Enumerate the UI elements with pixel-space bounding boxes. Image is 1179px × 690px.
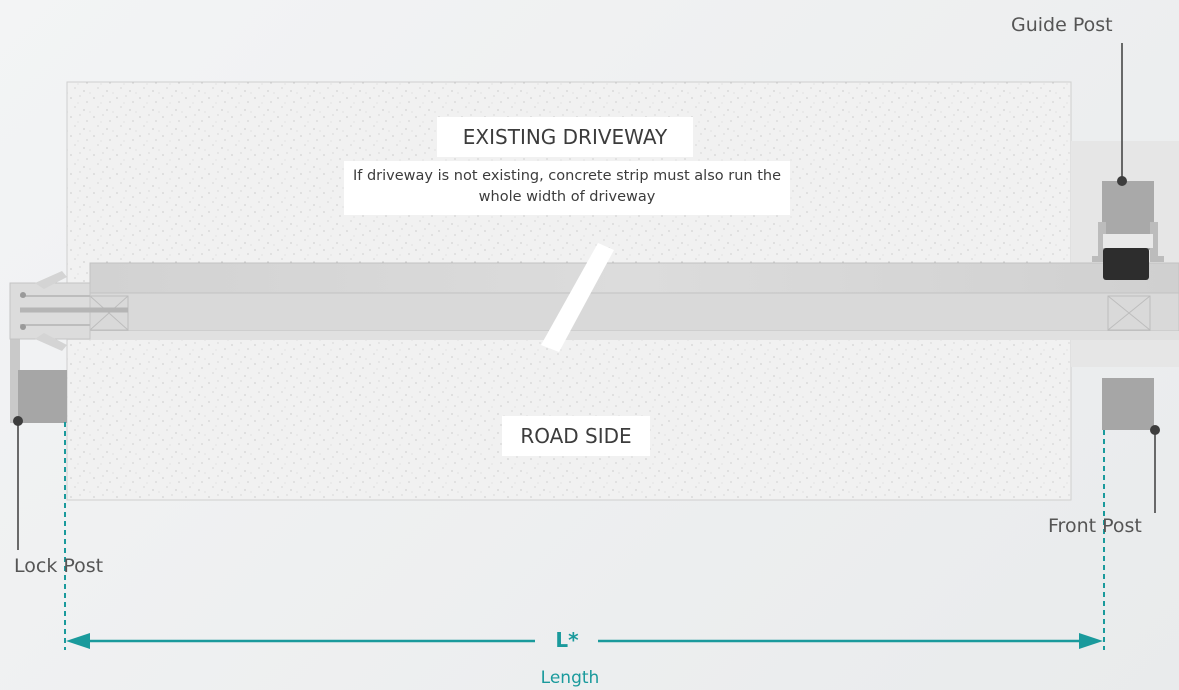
dimension-arrow-left: [66, 633, 90, 649]
front-post-label: Front Post: [1048, 515, 1142, 537]
lock-bolt-bottom: [20, 324, 26, 330]
dimension-arrow-right: [1079, 633, 1103, 649]
leader-front-post: [1150, 425, 1160, 513]
front-post: [1102, 378, 1154, 430]
gate-rail-lower-strip: [68, 331, 1179, 340]
dimension-caption: Length: [540, 668, 600, 688]
lock-post: [18, 370, 67, 423]
dimension-symbol: L*: [555, 628, 579, 652]
gate-rail-top: [89, 262, 1179, 294]
lock-bolt-top: [20, 292, 26, 298]
leader-lock-post: [13, 416, 23, 550]
gate-rail-bottom: [89, 292, 1179, 332]
gate-plan-diagram: [9, 43, 1179, 650]
driveway-note: If driveway is not existing, concrete st…: [344, 161, 790, 215]
road-side-label: ROAD SIDE: [502, 416, 650, 456]
guide-post-label: Guide Post: [1011, 14, 1113, 36]
lock-post-label: Lock Post: [14, 555, 104, 577]
driveway-title: EXISTING DRIVEWAY: [437, 117, 693, 157]
guide-roller: [1103, 248, 1149, 280]
guide-roller-light: [1103, 234, 1153, 248]
